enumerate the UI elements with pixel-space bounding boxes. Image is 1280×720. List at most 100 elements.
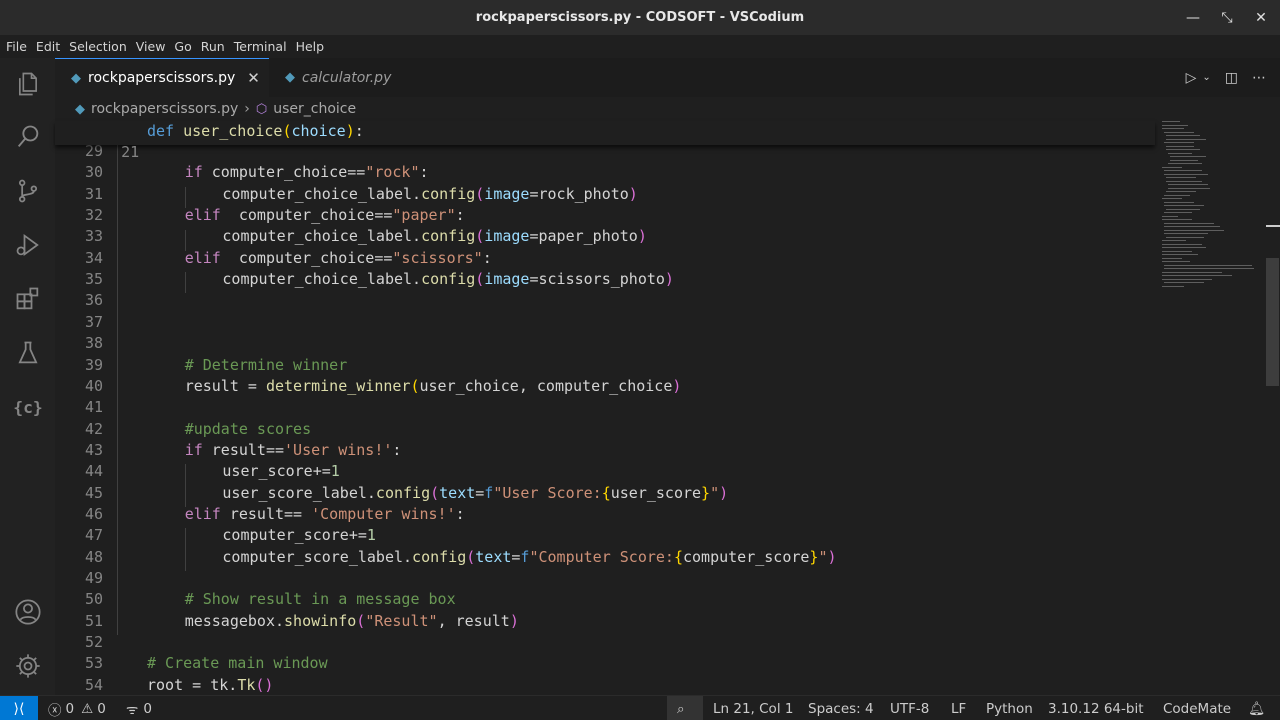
minimize-icon[interactable]: —	[1186, 10, 1200, 26]
code-line[interactable]: 34 elif computer_choice=="scissors":	[55, 248, 492, 269]
search-icon[interactable]	[0, 113, 55, 161]
breadcrumb-symbol[interactable]: user_choice	[273, 101, 356, 117]
variables-icon[interactable]: {c}	[0, 383, 55, 431]
python-file-icon: ◆	[285, 70, 295, 85]
menu-selection[interactable]: Selection	[69, 39, 127, 54]
more-actions-icon[interactable]: ⋯	[1252, 70, 1266, 86]
minimap-line	[1162, 219, 1192, 220]
end-of-line[interactable]: LF	[951, 696, 966, 720]
line-code: computer_choice_label.config(image=rock_…	[222, 184, 638, 203]
minimap-line	[1166, 145, 1194, 147]
code-line[interactable]: 51 messagebox.showinfo("Result", result)	[55, 611, 519, 632]
minimap-line	[1168, 184, 1208, 185]
method-symbol-icon: ⬡	[255, 101, 268, 117]
code-line[interactable]: 40 result = determine_winner(user_choice,…	[55, 376, 681, 397]
line-code: computer_score_label.config(text=f"Compu…	[222, 547, 837, 566]
testing-icon[interactable]	[0, 329, 55, 377]
line-number: 39	[84, 355, 103, 374]
tab-bar: ◆ rockpaperscissors.py ✕ ◆ calculator.py…	[55, 58, 1280, 97]
close-tab-icon[interactable]: ✕	[247, 69, 260, 87]
explorer-icon[interactable]	[0, 60, 55, 108]
indent-guide	[117, 145, 118, 635]
zoom-indicator[interactable]	[667, 696, 703, 720]
problems-indicator[interactable]: ⓧ 0 ⚠ 0	[48, 696, 106, 720]
vertical-scrollbar[interactable]	[1265, 121, 1280, 695]
notifications-bell-icon[interactable]: 🔔︎	[1248, 696, 1265, 720]
minimap-line	[1164, 282, 1204, 283]
ports-indicator[interactable]: ᯤ 0	[126, 696, 152, 720]
source-control-icon[interactable]	[0, 167, 55, 215]
code-line[interactable]: 41	[55, 397, 103, 418]
menu-help[interactable]: Help	[296, 39, 325, 54]
minimap-line	[1168, 152, 1192, 154]
code-line[interactable]: 44 user_score+=1	[55, 461, 340, 482]
indentation[interactable]: Spaces: 4	[808, 696, 874, 720]
line-number: 51	[84, 611, 103, 630]
minimap-line	[1166, 138, 1206, 140]
tab-rockpaperscissors[interactable]: ◆ rockpaperscissors.py ✕	[55, 58, 269, 97]
breadcrumb-file[interactable]: rockpaperscissors.py	[91, 101, 238, 117]
tab-calculator[interactable]: ◆ calculator.py	[269, 58, 427, 97]
remote-indicator-icon[interactable]: ⟩⟨	[0, 696, 38, 720]
menu-view[interactable]: View	[136, 39, 166, 54]
codemate-extension[interactable]: CodeMate	[1163, 696, 1231, 720]
minimap-line	[1162, 215, 1178, 217]
line-number: 35	[84, 270, 103, 289]
restore-icon[interactable]: ⤡	[1220, 10, 1234, 26]
code-line[interactable]: 36	[55, 290, 103, 311]
menu-edit[interactable]: Edit	[36, 39, 60, 54]
line-number: 43	[84, 440, 103, 459]
code-line[interactable]: 32 elif computer_choice=="paper":	[55, 205, 465, 226]
language-mode[interactable]: Python	[986, 696, 1033, 720]
code-line[interactable]: 45 user_score_label.config(text=f"User Sc…	[55, 483, 728, 504]
line-code: computer_choice_label.config(image=paper…	[222, 227, 647, 246]
code-line[interactable]: 50 # Show result in a message box	[55, 589, 456, 610]
code-line[interactable]: 52	[55, 632, 103, 653]
code-line[interactable]: 37	[55, 312, 103, 333]
code-line[interactable]: 42 #update scores	[55, 419, 311, 440]
encoding[interactable]: UTF-8	[890, 696, 929, 720]
cursor-position[interactable]: Ln 21, Col 1	[713, 696, 793, 720]
tab-label: rockpaperscissors.py	[88, 70, 236, 86]
code-line[interactable]: 43 if result=='User wins!':	[55, 440, 402, 461]
code-line[interactable]: 39 # Determine winner	[55, 355, 347, 376]
line-code: if computer_choice=="rock":	[184, 163, 429, 182]
code-line[interactable]: 46 elif result== 'Computer wins!':	[55, 504, 465, 525]
code-line[interactable]: 47 computer_score+=1	[55, 525, 376, 546]
run-file-icon[interactable]: ▷	[1186, 70, 1197, 86]
code-editor[interactable]: 29 30 if computer_choice=="rock": 31 compute…	[55, 121, 1155, 695]
extensions-icon[interactable]	[0, 275, 55, 323]
menu-terminal[interactable]: Terminal	[234, 39, 287, 54]
zoom-icon[interactable]: ⌕	[677, 696, 685, 720]
close-icon[interactable]: ✕	[1254, 10, 1268, 26]
minimap[interactable]	[1160, 121, 1265, 301]
code-line[interactable]: 53 # Create main window	[55, 653, 328, 674]
python-file-icon: ◆	[75, 101, 85, 117]
sticky-scroll-header[interactable]: 21 def user_choice(choice):	[55, 121, 1155, 161]
settings-gear-icon[interactable]	[0, 642, 55, 690]
menu-run[interactable]: Run	[201, 39, 225, 54]
code-line[interactable]: 38	[55, 333, 103, 354]
code-line[interactable]: 49	[55, 568, 103, 589]
chevron-right-icon: ›	[244, 101, 250, 117]
line-code: # Create main window	[147, 654, 328, 673]
split-editor-icon[interactable]: ◫	[1225, 70, 1238, 86]
menu-go[interactable]: Go	[174, 39, 191, 54]
menu-file[interactable]: File	[6, 39, 27, 54]
python-interpreter[interactable]: 3.10.12 64-bit	[1048, 696, 1143, 720]
minimap-line	[1166, 149, 1200, 150]
chevron-down-icon[interactable]: ⌄	[1202, 72, 1210, 83]
line-number: 45	[84, 483, 103, 502]
code-line[interactable]: 35 computer_choice_label.config(image=sci…	[55, 269, 674, 290]
minimap-line	[1164, 226, 1220, 227]
run-debug-icon[interactable]	[0, 221, 55, 269]
scrollbar-thumb[interactable]	[1266, 258, 1279, 386]
line-code: elif result== 'Computer wins!':	[184, 504, 465, 523]
minimap-line	[1166, 191, 1196, 192]
account-icon[interactable]	[0, 588, 55, 636]
minimap-line	[1162, 124, 1188, 126]
code-line[interactable]: 54 root = tk.Tk()	[55, 675, 274, 695]
code-line[interactable]: 33 computer_choice_label.config(image=pap…	[55, 226, 647, 247]
minimap-line	[1164, 205, 1204, 206]
code-line[interactable]: 48 computer_score_label.config(text=f"Com…	[55, 547, 837, 568]
